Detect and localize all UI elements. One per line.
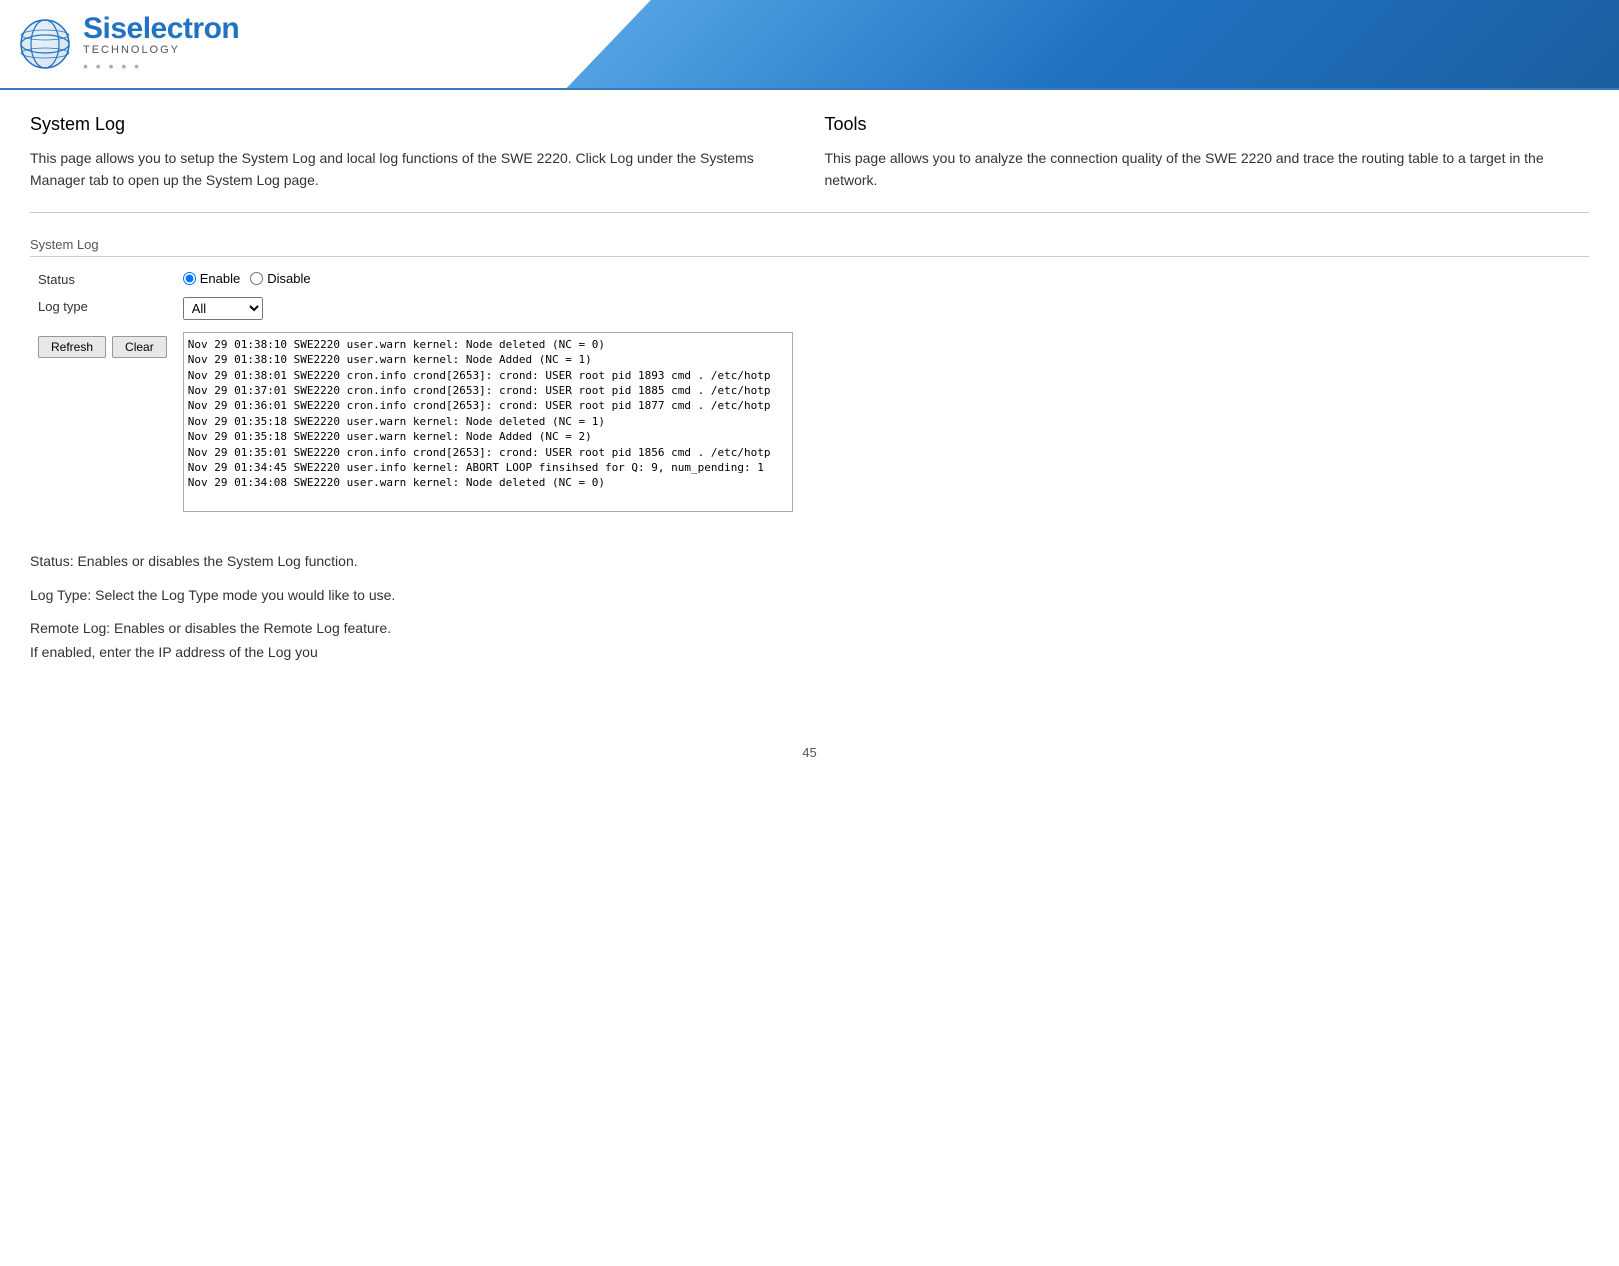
- syslog-section-title: System Log: [30, 237, 1589, 257]
- tools-title: Tools: [825, 114, 1590, 135]
- logo-area: Siselectron TECHNOLOGY • • • • •: [0, 14, 239, 74]
- logtype-select[interactable]: All Kernel System User: [183, 297, 263, 320]
- syslog-form-table: Status Enable Disable Log ty: [30, 265, 1589, 520]
- refresh-button[interactable]: Refresh: [38, 336, 106, 358]
- logo-globe-icon: [18, 17, 73, 72]
- enable-radio[interactable]: [183, 272, 196, 285]
- buttons-log-row: Refresh Clear: [30, 325, 1589, 520]
- intro-col-right: Tools This page allows you to analyze th…: [825, 114, 1590, 192]
- log-textarea-cell: [175, 325, 1589, 520]
- status-radio-group: Enable Disable: [183, 271, 1581, 286]
- page-header: Siselectron TECHNOLOGY • • • • •: [0, 0, 1619, 90]
- status-row: Status Enable Disable: [30, 265, 1589, 292]
- desc-remotelog: Remote Log: Enables or disables the Remo…: [30, 617, 1589, 665]
- enable-radio-label[interactable]: Enable: [183, 271, 240, 286]
- system-log-description: This page allows you to setup the System…: [30, 147, 795, 192]
- desc-status: Status: Enables or disables the System L…: [30, 550, 1589, 574]
- logo-dots: • • • • •: [83, 58, 239, 74]
- log-output[interactable]: [183, 332, 793, 512]
- clear-button[interactable]: Clear: [112, 336, 167, 358]
- desc-logtype: Log Type: Select the Log Type mode you w…: [30, 584, 1589, 608]
- buttons-cell: Refresh Clear: [30, 325, 175, 520]
- enable-label: Enable: [200, 271, 240, 286]
- disable-radio-label[interactable]: Disable: [250, 271, 310, 286]
- logo-text: Siselectron TECHNOLOGY • • • • •: [83, 14, 239, 74]
- logtype-label: Log type: [30, 292, 175, 325]
- page-number: 45: [802, 745, 816, 760]
- log-textarea-container: [183, 332, 1581, 515]
- action-buttons: Refresh Clear: [38, 336, 167, 358]
- logtype-row: Log type All Kernel System User: [30, 292, 1589, 325]
- page-footer: 45: [0, 725, 1619, 780]
- syslog-section: System Log Status Enable Disable: [30, 237, 1589, 520]
- status-label: Status: [30, 265, 175, 292]
- system-log-title: System Log: [30, 114, 795, 135]
- brand-sub: TECHNOLOGY: [83, 44, 239, 56]
- description-section: Status: Enables or disables the System L…: [30, 550, 1589, 665]
- status-controls: Enable Disable: [175, 265, 1589, 292]
- main-content: System Log This page allows you to setup…: [0, 90, 1619, 695]
- tools-description: This page allows you to analyze the conn…: [825, 147, 1590, 192]
- disable-radio[interactable]: [250, 272, 263, 285]
- intro-section: System Log This page allows you to setup…: [30, 114, 1589, 213]
- brand-name: Siselectron: [83, 14, 239, 44]
- intro-col-left: System Log This page allows you to setup…: [30, 114, 795, 192]
- header-bg-decoration: [567, 0, 1619, 88]
- logtype-control: All Kernel System User: [175, 292, 1589, 325]
- disable-label: Disable: [267, 271, 310, 286]
